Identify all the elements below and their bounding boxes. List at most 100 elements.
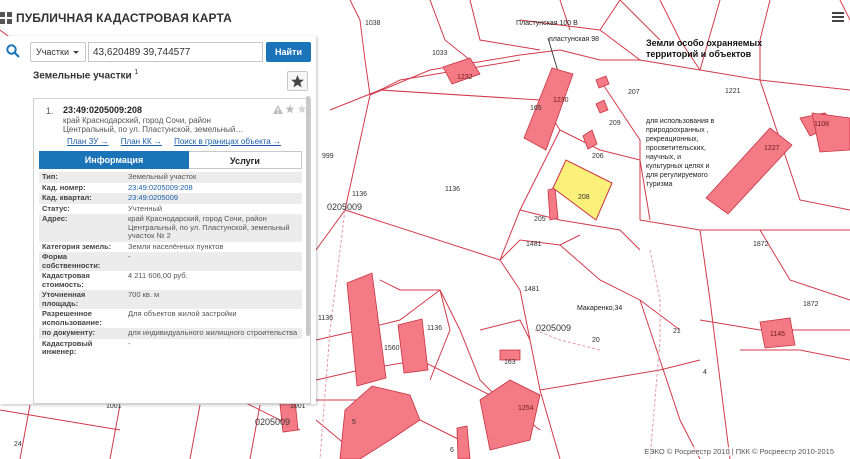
property-value[interactable]: 23:49:0205009: [125, 193, 302, 204]
card-tabs: Информация Услуги: [39, 151, 302, 169]
property-value: край Краснодарский, город Сочи, район Це…: [125, 214, 302, 242]
quarter-label-3: 0205009: [255, 417, 290, 427]
zone-title-box: Земли особо охраняемых территорий и объе…: [646, 38, 763, 59]
zone-purpose: для использования в природоохранных , ре…: [646, 118, 715, 188]
parcel-label-1136c: 1136: [318, 315, 333, 322]
hamburger-icon[interactable]: [832, 12, 844, 22]
favorite-star-icon[interactable]: [285, 104, 295, 114]
property-key: Кад. номер:: [42, 182, 86, 192]
result-index: 1.: [46, 106, 54, 116]
parcel-label-999: 999: [322, 153, 334, 160]
property-row: Форма собственности: -: [39, 252, 302, 271]
tab-services[interactable]: Услуги: [189, 151, 302, 169]
parcel-label-1108: 1108: [814, 121, 829, 128]
property-row: Разрешенное использование: Для объектов ж…: [39, 309, 302, 328]
search-input[interactable]: [88, 42, 263, 62]
short-address: край Краснодарский, город Сочи, район Це…: [63, 116, 244, 134]
property-value: Учтенный: [128, 203, 163, 213]
zone-purpose-box: для использования в природоохранных , ре…: [646, 118, 715, 188]
property-key: по документу:: [39, 328, 125, 339]
results-title-text: Земельные участки: [33, 70, 132, 82]
parcel-label-208: 208: [578, 194, 590, 201]
property-key: Статус:: [42, 203, 70, 213]
tab-information[interactable]: Информация: [39, 151, 189, 169]
parcel-label-1560: 1560: [384, 345, 400, 352]
parcel-label-1001b: 1001: [290, 403, 306, 410]
card-links: План ЗУ → План КК → Поиск в границах объ…: [67, 137, 291, 146]
property-key: Тип:: [39, 172, 125, 183]
parcel-label-209: 209: [609, 120, 621, 127]
property-row: по документу: для индивидуального жилищно…: [39, 328, 302, 339]
plan-kk-link[interactable]: План КК →: [121, 137, 162, 146]
property-value: 700 кв. м: [125, 290, 302, 309]
parcel-label-1254: 1254: [518, 405, 534, 412]
property-value[interactable]: 23:49:0205009:208: [125, 183, 302, 194]
parcel-label-24: 24: [14, 441, 22, 448]
zone-title: Земли особо охраняемых территорий и объе…: [646, 38, 763, 59]
parcel-label-1230: 1230: [553, 97, 569, 104]
plan-zu-link[interactable]: План ЗУ →: [67, 137, 109, 146]
property-value: для индивидуального жилищного строительс…: [125, 328, 302, 339]
property-value: -: [125, 252, 302, 271]
parcel-label-1136b: 1136: [352, 191, 367, 198]
search-icon[interactable]: [6, 44, 20, 58]
parcel-label-205: 205: [534, 216, 546, 223]
label-makarenko: Макаренко,34: [577, 305, 622, 312]
parcel-label-1136d: 1136: [427, 325, 442, 332]
property-key: Форма собственности:: [39, 252, 125, 271]
cad-number-title[interactable]: 23:49:0205009:208: [63, 105, 142, 115]
property-key: Кадастровая стоимость:: [42, 271, 90, 289]
parcel-label-6: 6: [450, 447, 454, 454]
parcel-label-20: 20: [592, 337, 600, 344]
property-row: Кад. номер: 23:49:0205009:208: [39, 183, 302, 194]
result-card[interactable]: 1. 23:49:0205009:208 край Краснодарский,…: [33, 98, 311, 404]
parcel-label-1145: 1145: [770, 331, 785, 338]
parcel-label-206: 206: [592, 153, 604, 160]
property-row: Категория земель: Земли населённых пункто…: [39, 242, 302, 253]
property-value: Для объектов жилой застройки: [128, 309, 237, 318]
property-row: Адрес: край Краснодарский, город Сочи, ра…: [39, 214, 302, 242]
property-row: Кад. квартал: 23:49:0205009: [39, 193, 302, 204]
warning-icon: [273, 105, 283, 114]
label-plastunskaya-98: пластунская 98: [549, 36, 599, 43]
parcel-label-1232: 1232: [457, 74, 473, 81]
parcel-label-1227: 1227: [764, 145, 780, 152]
properties-table: Тип: Земельный участок Кад. номер: 23:49:02…: [39, 172, 302, 358]
quarter-label-1: 0205009: [327, 202, 362, 212]
find-button[interactable]: Найти: [266, 42, 311, 62]
parcel-label-21: 21: [673, 328, 681, 335]
parcel-label-1872b: 1872: [803, 301, 819, 308]
scrollbar[interactable]: [306, 96, 310, 336]
search-panel: Участки Найти Земельные участки 1 1. 23:…: [0, 36, 316, 404]
property-value: Земли населённых пунктов: [128, 241, 224, 251]
property-row: Статус: Учтенный: [39, 204, 302, 215]
search-type-select[interactable]: Участки: [30, 42, 86, 62]
grid-logo-icon: [0, 12, 12, 24]
results-count: 1: [134, 69, 139, 76]
property-row: Кадастровая стоимость: 4 211 606,00 руб.: [39, 271, 302, 290]
results-section-title: Земельные участки 1: [33, 69, 138, 81]
favorites-button[interactable]: [287, 71, 308, 91]
parcel-label-1221: 1221: [725, 88, 741, 95]
search-type-value: Участки: [36, 47, 69, 57]
property-key: Категория земель:: [42, 241, 112, 251]
property-value: 4 211 606,00 руб.: [128, 271, 188, 280]
header-bar: ПУБЛИЧНАЯ КАДАСТРОВАЯ КАРТА: [0, 0, 850, 36]
property-key: Разрешенное использование:: [42, 309, 102, 327]
search-row: Участки Найти: [0, 38, 316, 64]
parcel-label-163: 163: [504, 359, 516, 366]
parcel-label-1033: 1033: [432, 50, 448, 57]
map-copyright: ЕЭКО © Росреестр 2010 | ПКК © Росреестр …: [642, 447, 836, 456]
parcel-label-1136a: 1136: [445, 186, 460, 193]
parcel-label-4: 4: [703, 369, 707, 376]
property-key: Адрес:: [39, 214, 125, 242]
parcel-label-207: 207: [628, 89, 640, 96]
quarter-label-2: 0205009: [536, 323, 571, 333]
parcel-label-1001a: 1001: [106, 403, 122, 410]
property-value: Земельный участок: [125, 172, 302, 183]
property-key: Кад. квартал:: [39, 193, 125, 204]
parcel-label-1481a: 1481: [526, 241, 542, 248]
property-row: Кадастровый инженер: -: [39, 339, 302, 358]
search-in-bounds-link[interactable]: Поиск в границах объекта →: [174, 137, 281, 146]
chevron-down-icon: [73, 51, 79, 54]
